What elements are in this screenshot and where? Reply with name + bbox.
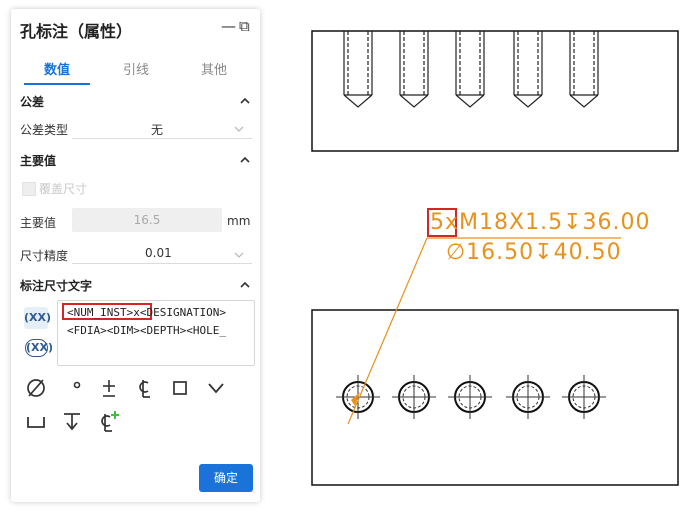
section-view-outline [311,30,679,152]
hole-callout-line-1[interactable]: 5xM18X1.5↧36.00 [430,210,650,235]
thread-designation: M18X1.5↧36.00 [459,210,651,235]
threaded-holes-section [343,31,599,108]
hole-circles [336,375,606,419]
hole-callout-line-2[interactable]: ∅16.50↧40.50 [446,240,622,265]
count-x: x [445,210,460,235]
hole-count: 5 [430,210,445,235]
